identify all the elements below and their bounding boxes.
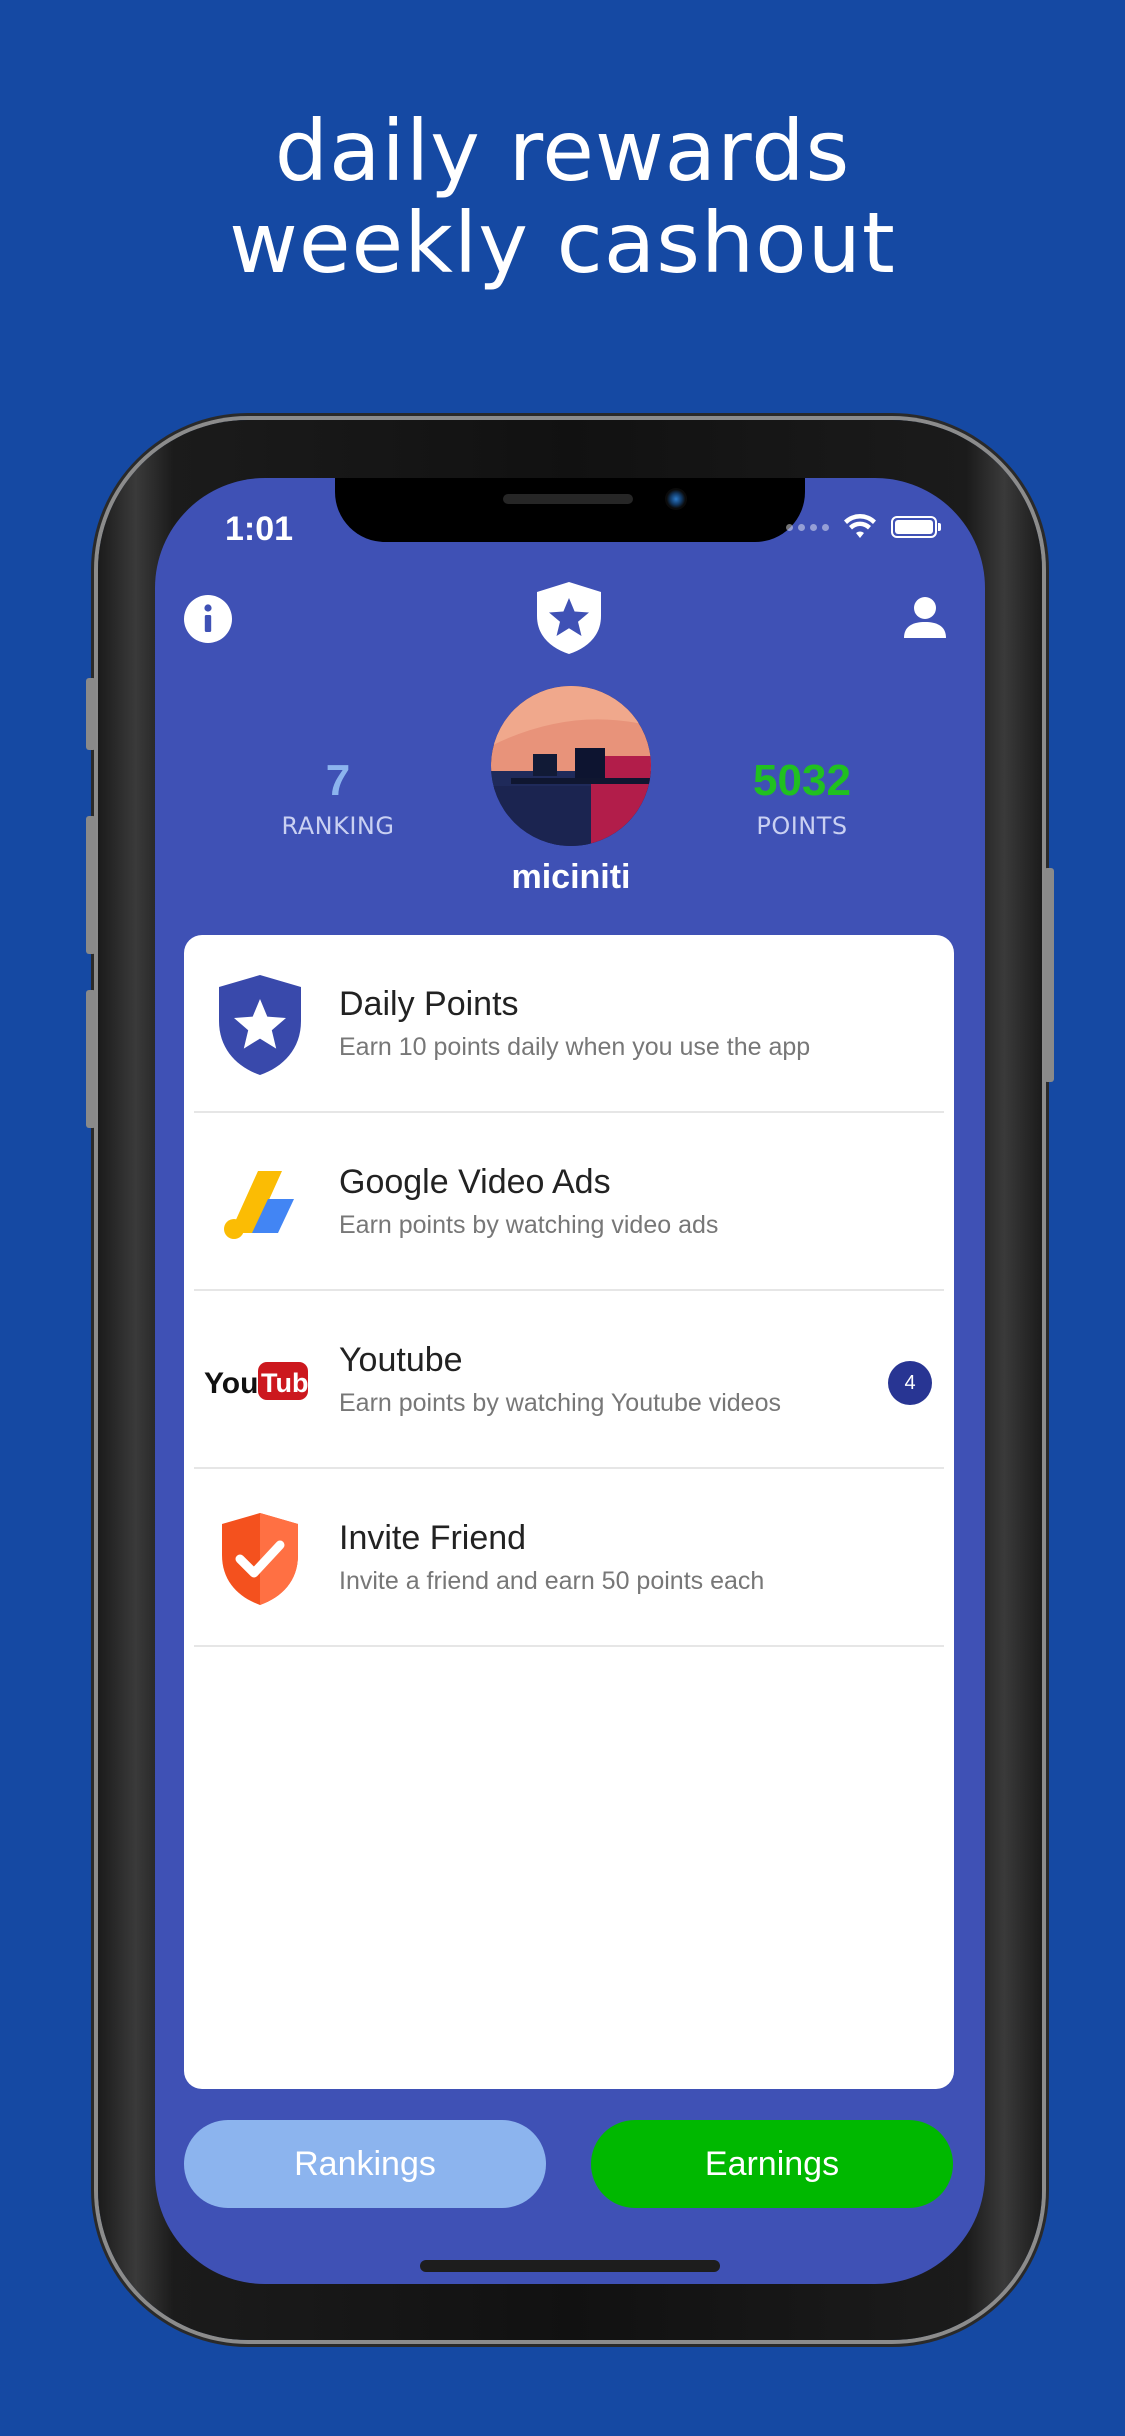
list-item-youtube[interactable]: You Tube Youtube Earn points by watching… [194, 1291, 944, 1469]
phone-frame: 1:01 7 RANKING 5032 POINTS miciniti Dail… [86, 420, 1054, 2340]
speaker-grille [503, 494, 633, 504]
shield-star-logo-icon [537, 582, 601, 654]
shield-check-icon [210, 1507, 310, 1611]
item-subtitle: Invite a friend and earn 50 points each [339, 1567, 765, 1595]
headline-line-2: weekly cashout [229, 194, 896, 292]
avatar[interactable] [491, 686, 651, 846]
rankings-button[interactable]: Rankings [184, 2120, 546, 2208]
status-time: 1:01 [225, 510, 294, 548]
phone-volume-down [86, 990, 96, 1128]
phone-power-button [1044, 868, 1054, 1082]
ranking-label: RANKING [281, 812, 395, 840]
marketing-headline: daily rewards weekly cashout [0, 105, 1125, 289]
item-subtitle: Earn points by watching video ads [339, 1211, 719, 1239]
phone-mute-switch [86, 678, 96, 750]
ranking-value: 7 [325, 756, 351, 805]
item-title: Invite Friend [339, 1519, 527, 1557]
shield-star-icon [210, 973, 310, 1077]
phone-volume-up [86, 816, 96, 954]
battery-icon [891, 516, 941, 538]
list-item-google-video-ads[interactable]: Google Video Ads Earn points by watching… [194, 1113, 944, 1291]
app-screen: 1:01 7 RANKING 5032 POINTS miciniti Dail… [155, 478, 985, 2284]
item-subtitle: Earn 10 points daily when you use the ap… [339, 1033, 811, 1061]
list-item-invite-friend[interactable]: Invite Friend Invite a friend and earn 5… [194, 1469, 944, 1647]
avatar-photo [491, 686, 651, 846]
profile-icon[interactable] [901, 594, 949, 642]
list-item-daily-points[interactable]: Daily Points Earn 10 points daily when y… [194, 935, 944, 1113]
item-subtitle: Earn points by watching Youtube videos [339, 1389, 781, 1417]
headline-line-1: daily rewards [274, 102, 851, 200]
points-stat: 5032 POINTS [692, 756, 912, 840]
username: miciniti [511, 858, 631, 896]
points-value: 5032 [753, 756, 851, 805]
item-title: Daily Points [339, 985, 519, 1023]
home-indicator[interactable] [420, 2260, 720, 2272]
svg-text:You: You [204, 1367, 258, 1400]
item-title: Youtube [339, 1341, 463, 1379]
svg-text:Tube: Tube [261, 1368, 308, 1398]
notch [335, 478, 805, 542]
front-camera [665, 488, 687, 510]
points-label: POINTS [756, 812, 848, 840]
status-icons [786, 514, 941, 540]
wifi-icon [844, 514, 876, 538]
google-ads-icon [210, 1151, 310, 1255]
ranking-stat: 7 RANKING [228, 756, 448, 840]
earnings-button[interactable]: Earnings [591, 2120, 953, 2208]
signal-icon [786, 523, 829, 531]
item-title: Google Video Ads [339, 1163, 611, 1201]
earn-options-card: Daily Points Earn 10 points daily when y… [184, 935, 954, 2089]
youtube-logo-icon: You Tube [200, 1329, 312, 1433]
info-icon[interactable] [183, 594, 233, 644]
notification-badge: 4 [888, 1361, 932, 1405]
